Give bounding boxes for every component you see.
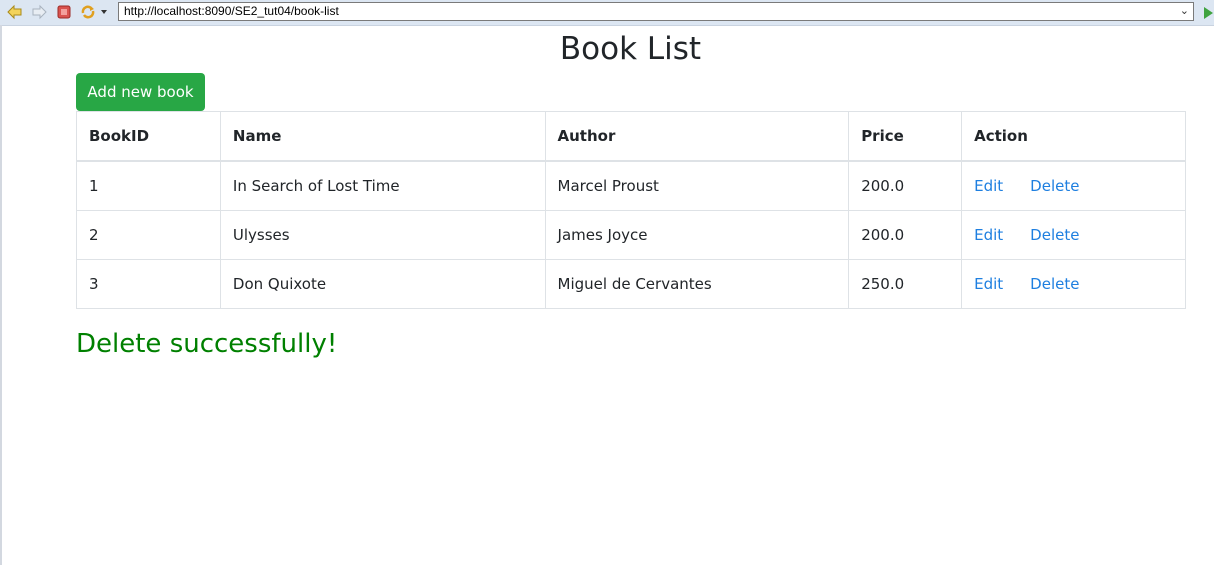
- address-dropdown-icon[interactable]: ⌄: [1180, 3, 1189, 20]
- header-name: Name: [219, 111, 546, 162]
- cell-action: Edit Delete: [961, 210, 1186, 260]
- dropdown-icon[interactable]: [99, 3, 109, 21]
- address-url[interactable]: http://localhost:8090/SE2_tut04/book-lis…: [124, 4, 339, 18]
- cell-author: Miguel de Cervantes: [544, 259, 850, 309]
- cell-name: In Search of Lost Time: [219, 160, 546, 211]
- window-left-edge: [0, 25, 2, 565]
- refresh-icon[interactable]: [79, 3, 97, 21]
- delete-link[interactable]: Delete: [1030, 177, 1079, 195]
- cell-name: Ulysses: [219, 210, 546, 260]
- page-title: Book List: [559, 31, 702, 67]
- add-new-book-button[interactable]: Add new book: [76, 73, 205, 111]
- address-bar[interactable]: http://localhost:8090/SE2_tut04/book-lis…: [118, 2, 1194, 21]
- back-arrow-icon[interactable]: [6, 3, 24, 21]
- table-header-row: BookID Name Author Price Action: [76, 111, 1186, 162]
- header-price: Price: [848, 111, 963, 162]
- cell-price: 250.0: [848, 259, 963, 309]
- cell-price: 200.0: [848, 160, 963, 211]
- status-message: Delete successfully!: [76, 329, 338, 359]
- go-icon[interactable]: [1203, 5, 1214, 24]
- browser-toolbar: http://localhost:8090/SE2_tut04/book-lis…: [0, 0, 1214, 26]
- cell-action: Edit Delete: [961, 259, 1186, 309]
- cell-author: Marcel Proust: [544, 160, 850, 211]
- stop-icon[interactable]: [55, 3, 73, 21]
- cell-bookid: 3: [76, 259, 221, 309]
- table-row: 2 Ulysses James Joyce 200.0 Edit Delete: [76, 210, 1186, 260]
- cell-bookid: 1: [76, 160, 221, 211]
- edit-link[interactable]: Edit: [974, 275, 1003, 293]
- cell-name: Don Quixote: [219, 259, 546, 309]
- book-table: BookID Name Author Price Action 1 In Sea…: [76, 111, 1186, 309]
- cell-bookid: 2: [76, 210, 221, 260]
- cell-price: 200.0: [848, 210, 963, 260]
- header-bookid: BookID: [76, 111, 221, 162]
- header-author: Author: [544, 111, 850, 162]
- edit-link[interactable]: Edit: [974, 226, 1003, 244]
- delete-link[interactable]: Delete: [1030, 275, 1079, 293]
- table-row: 3 Don Quixote Miguel de Cervantes 250.0 …: [76, 259, 1186, 309]
- delete-link[interactable]: Delete: [1030, 226, 1079, 244]
- header-action: Action: [961, 111, 1186, 162]
- table-row: 1 In Search of Lost Time Marcel Proust 2…: [76, 160, 1186, 211]
- cell-author: James Joyce: [544, 210, 850, 260]
- forward-arrow-icon[interactable]: [30, 3, 48, 21]
- cell-action: Edit Delete: [961, 160, 1186, 211]
- edit-link[interactable]: Edit: [974, 177, 1003, 195]
